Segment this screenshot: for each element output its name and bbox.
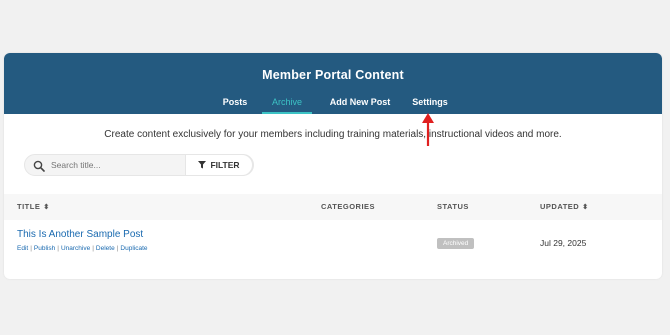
column-title-label: TITLE [17,202,41,211]
content-card: Member Portal Content Posts Archive Add … [4,53,662,279]
annotation-arrow-icon [422,113,434,146]
publish-link[interactable]: Publish [34,245,55,252]
separator: | [30,245,32,252]
updated-date: Jul 29, 2025 [540,238,587,248]
tab-archive[interactable]: Archive [262,96,312,114]
separator: | [57,245,59,252]
table-header: TITLE ⬍ CATEGORIES STATUS UPDATED ⬍ [4,194,662,220]
post-title-link[interactable]: This Is Another Sample Post [17,229,143,240]
search-bar: FILTER [24,154,254,176]
filter-icon [198,161,207,169]
column-updated[interactable]: UPDATED ⬍ [540,202,589,211]
header: Member Portal Content Posts Archive Add … [4,53,662,114]
edit-link[interactable]: Edit [17,245,28,252]
column-status: STATUS [437,202,469,211]
tab-posts[interactable]: Posts [218,96,252,114]
unarchive-link[interactable]: Unarchive [61,245,90,252]
duplicate-link[interactable]: Duplicate [120,245,147,252]
separator: | [92,245,94,252]
status-badge: Archived [437,238,475,249]
filter-label: FILTER [210,160,240,170]
search-icon [33,160,45,172]
column-updated-label: UPDATED [540,202,580,211]
separator: | [116,245,119,252]
column-title[interactable]: TITLE ⬍ [17,202,50,211]
tab-add-new-post[interactable]: Add New Post [322,96,398,114]
tab-bar: Posts Archive Add New Post Settings [4,96,662,114]
delete-link[interactable]: Delete [96,245,115,252]
description-text: Create content exclusively for your memb… [104,129,562,140]
filter-button[interactable]: FILTER [185,154,253,176]
sort-icon[interactable]: ⬍ [43,204,49,211]
page-title: Member Portal Content [262,68,404,82]
table-row: This Is Another Sample Post Edit | Publish… [4,220,662,278]
row-actions: Edit | Publish | Unarchive | Delete | Duplicate [17,245,148,252]
column-categories: CATEGORIES [321,202,376,211]
sort-icon[interactable]: ⬍ [582,204,588,211]
search-input[interactable] [51,158,201,172]
